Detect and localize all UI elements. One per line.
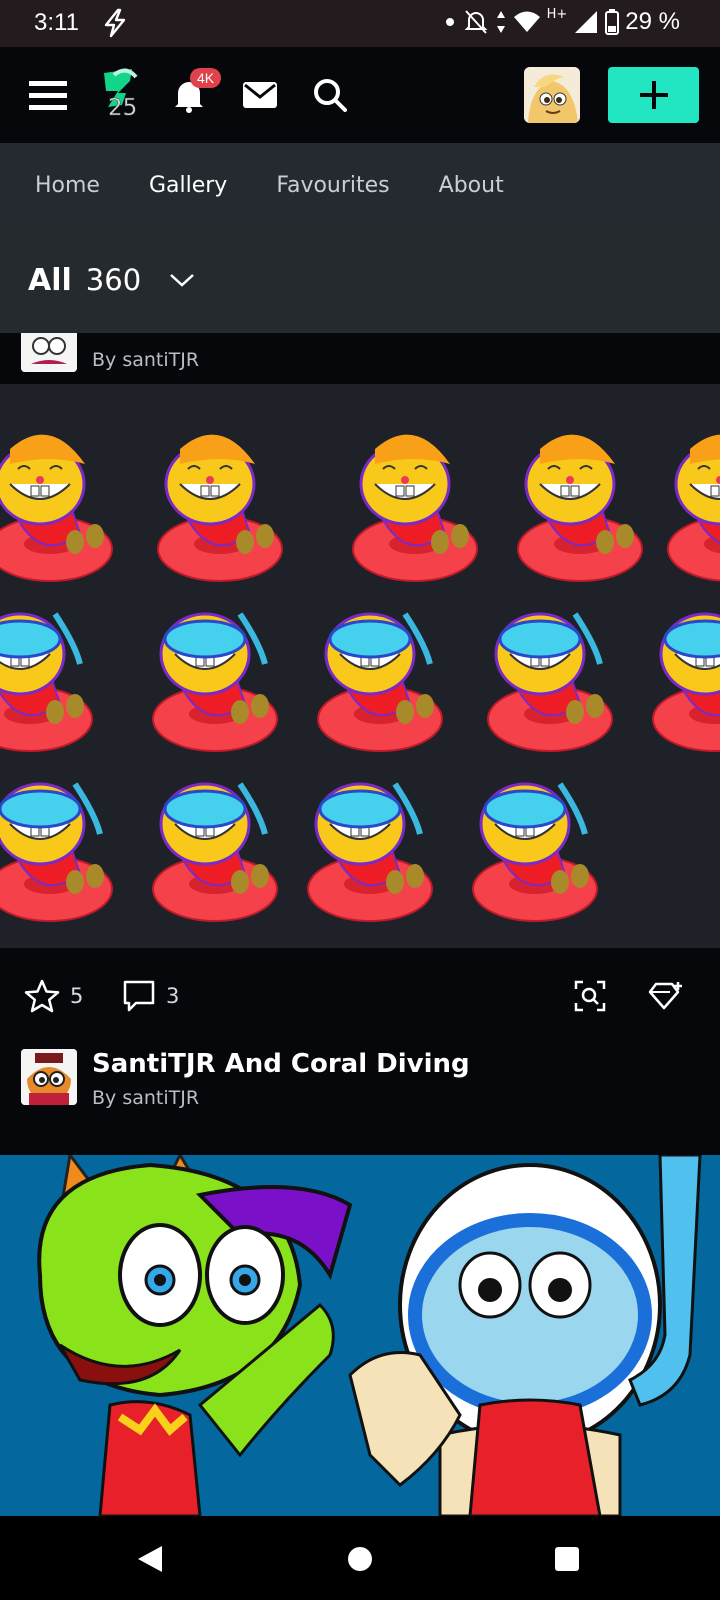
status-bar: 3:11 H+ 29 %: [0, 0, 720, 47]
post-header[interactable]: By santiTJR: [0, 333, 720, 383]
post-actions: 5 3: [0, 948, 720, 1044]
gallery-filter-dropdown[interactable]: All 360: [0, 227, 720, 333]
tab-about[interactable]: About: [439, 173, 504, 198]
create-button[interactable]: [608, 67, 699, 123]
profile-tabs: Home Gallery Favourites About: [0, 143, 720, 227]
post-header[interactable]: SantiTJR And Coral Diving By santiTJR: [0, 1049, 720, 1139]
wifi-icon: [513, 11, 540, 32]
author-avatar-image: [21, 1049, 77, 1105]
profile-avatar[interactable]: [524, 67, 580, 123]
data-arrows-icon: [496, 11, 505, 33]
filter-count: 360: [85, 263, 142, 297]
back-icon[interactable]: [136, 1544, 164, 1574]
post-author[interactable]: By santiTJR: [92, 1087, 199, 1109]
tab-favourites[interactable]: Favourites: [276, 173, 389, 198]
filter-label: All: [28, 262, 72, 298]
tab-gallery[interactable]: Gallery: [149, 173, 227, 198]
author-avatar[interactable]: [21, 1049, 77, 1105]
search-icon: [314, 79, 347, 112]
search-button[interactable]: [310, 47, 350, 143]
favourite-count: 5: [70, 984, 84, 1008]
zoom-view-icon: [574, 980, 606, 1012]
give-button[interactable]: [648, 948, 684, 1044]
comment-icon: [123, 980, 155, 1012]
network-type: H+: [546, 6, 568, 22]
sticker-sheet-image: [0, 434, 720, 922]
status-right: H+ 29 %: [443, 6, 680, 36]
zoom-button[interactable]: [574, 948, 606, 1044]
charging-bolt-icon: [104, 8, 126, 38]
mute-bell-icon: [464, 10, 488, 34]
star-icon: [24, 979, 60, 1013]
signal-icon: [575, 11, 598, 33]
menu-button[interactable]: [26, 47, 70, 143]
tab-home[interactable]: Home: [35, 173, 100, 198]
post-author[interactable]: By santiTJR: [92, 349, 199, 371]
favourite-button[interactable]: 5: [24, 948, 83, 1044]
menu-icon: [29, 81, 67, 110]
artwork-image[interactable]: [0, 1151, 720, 1516]
home-icon[interactable]: [347, 1546, 373, 1572]
author-avatar[interactable]: [21, 333, 77, 372]
status-time: 3:11: [34, 9, 79, 36]
logo-button[interactable]: 25: [96, 47, 142, 143]
battery-percent: 29 %: [625, 8, 680, 35]
battery-icon: [605, 9, 620, 35]
gem-plus-icon: [648, 982, 682, 1010]
gallery-feed[interactable]: By santiTJR 5 3 SantiTJR And Coral Divin…: [0, 333, 720, 1516]
mail-icon: [243, 82, 277, 108]
notifications-button[interactable]: [168, 47, 210, 143]
plus-icon: [639, 81, 668, 109]
messages-button[interactable]: [240, 47, 280, 143]
notifications-badge: 4K: [190, 68, 222, 88]
recents-icon[interactable]: [554, 1546, 580, 1572]
logo-number: 25: [108, 95, 138, 122]
coral-diving-image: [0, 1151, 720, 1516]
post-title[interactable]: SantiTJR And Coral Diving: [92, 1049, 470, 1079]
system-navigation-bar: [0, 1516, 720, 1600]
author-avatar-image: [21, 333, 77, 372]
comment-button[interactable]: 3: [122, 948, 179, 1044]
pony-avatar-image: [524, 67, 580, 123]
artwork-image[interactable]: [0, 384, 720, 948]
chevron-down-icon: [170, 274, 194, 287]
comment-count: 3: [166, 984, 180, 1008]
dot-icon: [445, 18, 454, 26]
